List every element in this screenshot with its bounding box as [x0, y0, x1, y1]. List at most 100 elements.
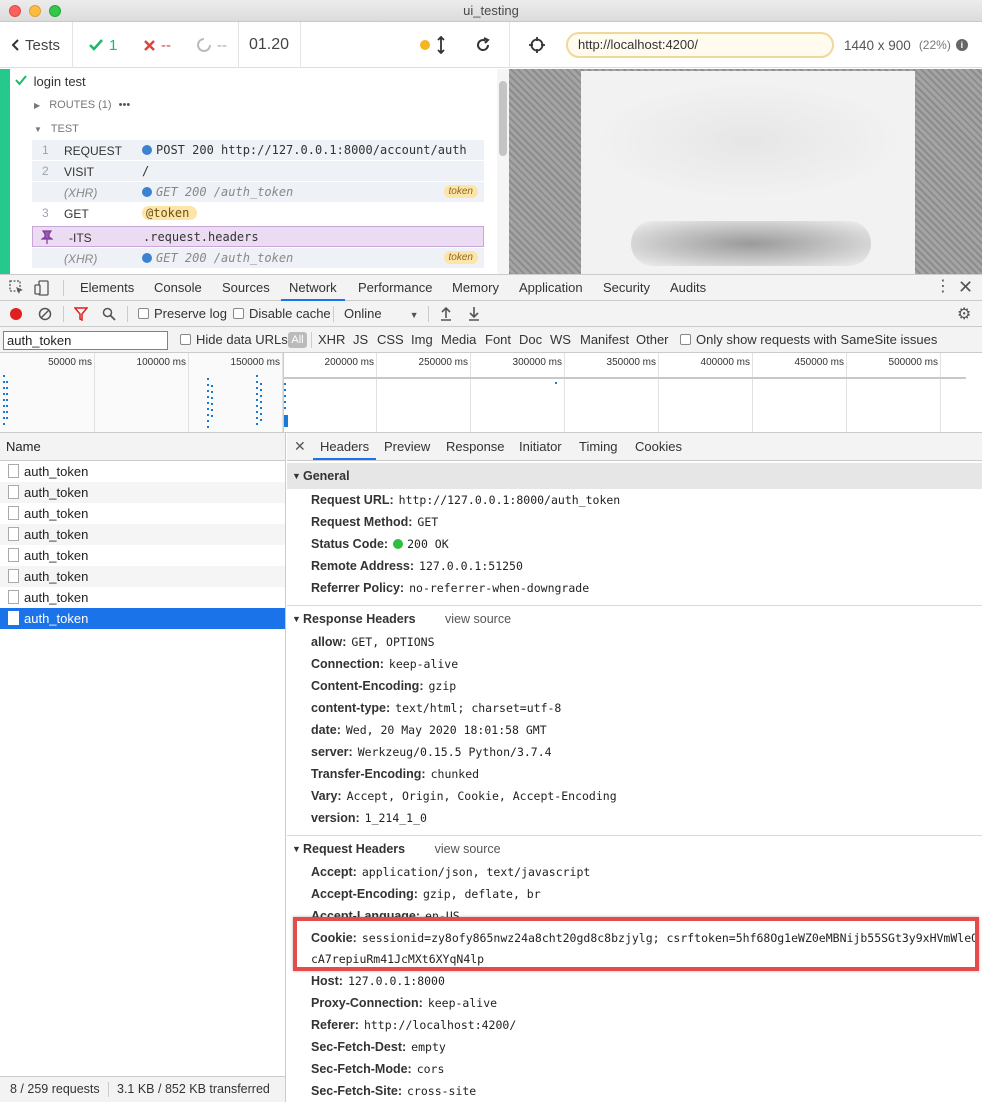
command-row[interactable]: 1 REQUEST POST 200 http://127.0.0.1:8000… [32, 140, 484, 161]
filter-js[interactable]: JS [353, 327, 368, 352]
request-row[interactable]: auth_token [0, 587, 285, 608]
auto-scroll-toggle[interactable] [420, 22, 446, 68]
request-list: Name auth_token auth_token auth_token au… [0, 433, 286, 1076]
more-options-icon[interactable]: ⋮ [935, 279, 951, 295]
app-url-field[interactable]: http://localhost:4200/ [566, 32, 834, 58]
clear-icon[interactable] [38, 307, 52, 324]
command-log-scroll-thumb[interactable] [499, 81, 507, 156]
tab-timing[interactable]: Timing [579, 433, 618, 460]
tab-headers[interactable]: Headers [313, 433, 377, 460]
filter-other[interactable]: Other [636, 327, 669, 352]
zoom-window-button[interactable] [49, 5, 61, 17]
document-icon [8, 569, 19, 583]
back-to-tests-button[interactable]: Tests [10, 22, 60, 68]
request-row[interactable]: auth_token [0, 566, 285, 587]
request-row[interactable]: auth_token [0, 461, 285, 482]
throttling-select[interactable]: Online ▼ [344, 301, 419, 326]
tab-initiator[interactable]: Initiator [519, 433, 562, 460]
test-title: login test [33, 74, 86, 89]
header-row: Sec-Fetch-Site: cross-site [311, 1084, 477, 1098]
filter-manifest[interactable]: Manifest [580, 327, 629, 352]
request-row[interactable]: auth_token [0, 503, 285, 524]
tab-console[interactable]: Console [154, 275, 202, 301]
command-row[interactable]: 3 GET @token [32, 203, 484, 224]
name-column-header[interactable]: Name [0, 433, 285, 461]
filter-font[interactable]: Font [485, 327, 511, 352]
tab-cookies[interactable]: Cookies [635, 433, 682, 460]
filter-ws[interactable]: WS [550, 327, 571, 352]
command-row-pinned[interactable]: -ITS .request.headers [32, 226, 484, 247]
app-iframe[interactable] [581, 71, 915, 274]
restart-button[interactable] [475, 22, 491, 68]
disable-cache-checkbox[interactable]: Disable cache [233, 301, 331, 326]
routes-toggle[interactable]: ▶ ROUTES (1) ••• [34, 99, 130, 111]
export-har-icon[interactable] [468, 306, 480, 324]
request-row[interactable]: auth_token [0, 545, 285, 566]
search-icon[interactable] [102, 307, 116, 324]
header-row: Accept: application/json, text/javascript [311, 865, 591, 879]
tab-preview[interactable]: Preview [384, 433, 430, 460]
test-section-toggle[interactable]: ▼ TEST [34, 123, 79, 135]
close-detail-icon[interactable]: ✕ [294, 438, 306, 455]
command-row[interactable]: (XHR) GET 200 /auth_token token [32, 182, 484, 203]
network-filter-bar: auth_token Hide data URLs All XHR JS CSS… [0, 327, 982, 353]
filter-doc[interactable]: Doc [519, 327, 542, 352]
filter-xhr[interactable]: XHR [318, 327, 345, 352]
hide-data-urls-checkbox[interactable]: Hide data URLs [180, 327, 288, 352]
request-row[interactable]: auth_token [0, 524, 285, 545]
tab-audits[interactable]: Audits [670, 275, 706, 301]
header-row: Request URL: http://127.0.0.1:8000/auth_t… [311, 493, 621, 507]
tab-elements[interactable]: Elements [80, 275, 134, 301]
header-row: server: Werkzeug/0.15.5 Python/3.7.4 [311, 745, 552, 759]
tab-performance[interactable]: Performance [358, 275, 432, 301]
general-section-toggle[interactable]: ▼ General [287, 463, 982, 489]
preserve-log-checkbox[interactable]: Preserve log [138, 301, 227, 326]
tab-response[interactable]: Response [446, 433, 505, 460]
request-view-source-link[interactable]: view source [435, 842, 501, 856]
document-icon [8, 527, 19, 541]
tab-sources[interactable]: Sources [222, 275, 270, 301]
response-view-source-link[interactable]: view source [445, 612, 511, 626]
scroll-arrows-icon [437, 36, 445, 54]
info-icon[interactable]: i [955, 39, 968, 51]
command-row[interactable]: (XHR) GET 200 /auth_token token [32, 248, 484, 269]
alias-chip: @token [142, 206, 198, 220]
caret-down-icon: ▼ [292, 614, 301, 624]
caret-right-icon: ▶ [34, 101, 41, 110]
header-row: Sec-Fetch-Dest: empty [311, 1040, 446, 1054]
filter-all-button[interactable]: All [288, 332, 307, 348]
request-row[interactable]: auth_token [0, 482, 285, 503]
filter-icon[interactable] [73, 307, 89, 324]
pending-count: -- [196, 22, 227, 68]
command-log: login test ▶ ROUTES (1) ••• ▼ TEST 1 REQ… [0, 69, 509, 274]
filter-img[interactable]: Img [411, 327, 433, 352]
network-settings-gear-icon[interactable]: ⚙ [957, 304, 971, 324]
record-icon[interactable] [10, 308, 22, 320]
tab-security[interactable]: Security [603, 275, 650, 301]
network-overview-timeline[interactable]: 50000 ms 100000 ms 150000 ms 200000 ms 2… [0, 353, 982, 433]
viewport-info: 1440 x 900 (22%) i [844, 22, 968, 68]
minimize-window-button[interactable] [29, 5, 41, 17]
filter-css[interactable]: CSS [377, 327, 404, 352]
filter-media[interactable]: Media [441, 327, 476, 352]
header-row-partially-hidden: Accept-Language: en-US [311, 909, 460, 917]
inspect-element-icon[interactable] [9, 280, 25, 299]
request-headers-section-toggle[interactable]: ▼ Request Headers view source [287, 835, 982, 861]
filter-input[interactable]: auth_token [3, 331, 168, 350]
close-window-button[interactable] [9, 5, 21, 17]
header-row: Host: 127.0.0.1:8000 [311, 974, 445, 988]
header-row: version: 1_214_1_0 [311, 811, 427, 825]
test-title-row[interactable]: login test [15, 74, 86, 89]
close-devtools-icon[interactable]: ✕ [958, 277, 973, 298]
tab-network[interactable]: Network [281, 275, 345, 301]
document-icon [8, 485, 19, 499]
tab-application[interactable]: Application [519, 275, 583, 301]
import-har-icon[interactable] [440, 306, 452, 324]
tab-memory[interactable]: Memory [452, 275, 499, 301]
selector-playground-button[interactable] [528, 22, 546, 68]
device-toolbar-icon[interactable] [34, 280, 50, 299]
samesite-checkbox[interactable]: Only show requests with SameSite issues [680, 327, 937, 352]
response-headers-section-toggle[interactable]: ▼ Response Headers view source [287, 605, 982, 631]
request-row-selected[interactable]: auth_token [0, 608, 285, 629]
command-row[interactable]: 2 VISIT / [32, 161, 484, 182]
